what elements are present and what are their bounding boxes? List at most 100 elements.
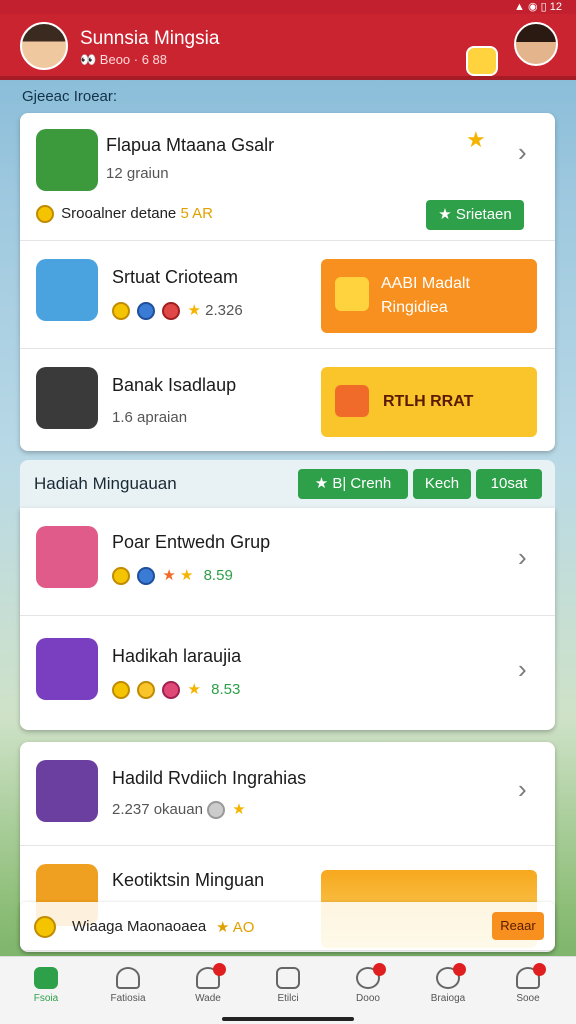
offer-button-line2: Ringidiea [381, 299, 448, 316]
gift-icon [335, 385, 369, 417]
tab-label: Dooo [356, 993, 380, 1004]
chevron-right-icon[interactable]: › [518, 654, 527, 685]
tab-label: Sooe [516, 993, 540, 1004]
reward-row[interactable]: Hadikah laraujia ★ 8.53 › [20, 616, 555, 730]
settings-icon [436, 963, 466, 989]
offer-row[interactable]: Banak Isadlaup 1.6 apraian RTLH RRAT [20, 349, 555, 451]
coin-icon [162, 302, 181, 321]
reward-button[interactable]: RTLH RRAT [321, 367, 537, 437]
offers-card: Flapua Mtaana Gsalr 12 graiun ★ › Srooal… [20, 113, 555, 451]
claim-button-label: Srietaen [455, 206, 512, 223]
status-icons: ▲ ◉ ▯ [514, 1, 547, 13]
reward-value: 8.53 [211, 681, 241, 698]
bottom-tab-bar: Fsoia Fatiosia Wade Etilci Dooo Braioga … [0, 956, 576, 1024]
tab-home[interactable]: Fsoia [10, 957, 82, 1017]
row-title: Keotiktsin Minguan [112, 870, 265, 890]
tab-favorites[interactable]: Fatiosia [92, 957, 164, 1017]
coin-icon [207, 801, 226, 820]
offer-button-line1: AABI Madalt [381, 275, 470, 292]
row-title: Banak Isadlaup [112, 375, 237, 395]
star-icon: ★ [466, 127, 486, 152]
chevron-right-icon[interactable]: › [518, 774, 527, 805]
home-icon [34, 967, 58, 989]
row-title: Srtuat Crioteam [112, 267, 239, 287]
claim-button[interactable]: ★ Srietaen [426, 200, 524, 230]
reward-row[interactable]: Poar Entwedn Grup ★ ★ 8.59 › [20, 508, 555, 616]
section-label: Gjeeac Iroear: [22, 88, 118, 105]
star-icon: ★ [232, 801, 246, 818]
profile-icon [196, 963, 226, 989]
book-icon [276, 967, 300, 989]
coin-icon [34, 916, 56, 938]
tab-sooe[interactable]: Sooe [492, 957, 564, 1017]
promo-line: Srooalner detane 5 AR [36, 205, 213, 224]
row-subtitle: 12 graiun [106, 165, 169, 182]
promo-value: 5 AR [180, 205, 213, 222]
profile-avatar[interactable] [514, 22, 558, 66]
row-title: Hadikah laraujia [112, 646, 242, 666]
notice-button[interactable]: Reaar [492, 912, 544, 940]
reward-row[interactable]: Hadild Rvdiich Ingrahias 2.237 okauan ★ … [20, 742, 555, 846]
game-thumbnail [36, 129, 98, 191]
row-title: Flapua Mtaana Gsalr [106, 135, 275, 155]
app-header: Sunnsia Mingsia 👀 Beoo · 6 88 [0, 14, 576, 80]
filter-chip[interactable]: 10sat [476, 469, 542, 499]
row-meta-value: 2.326 [205, 302, 243, 319]
promo-text: Srooalner detane [61, 205, 177, 222]
header-subtitle: 👀 Beoo · 6 88 [80, 52, 168, 67]
user-avatar[interactable] [20, 22, 68, 70]
row-subtitle: 1.6 apraian [112, 409, 188, 426]
row-title: Poar Entwedn Grup [112, 532, 271, 552]
tab-label: Fsoia [33, 993, 59, 1004]
coin-icon [137, 302, 156, 321]
status-time: 12 [549, 1, 562, 13]
tab-braioga[interactable]: Braioga [412, 957, 484, 1017]
filter-chip[interactable]: ★ B| Crenh [298, 469, 408, 499]
weekly-rewards-header: Hadiah Minguauan ★ B| Crenh Kech 10sat [20, 460, 555, 508]
tab-dooo[interactable]: Dooo [332, 957, 404, 1017]
row-meta: ★ 2.326 [112, 301, 243, 321]
game-thumbnail [36, 259, 98, 321]
filter-chip[interactable]: Kech [413, 469, 471, 499]
offer-row[interactable]: Srtuat Crioteam ★ 2.326 AABI Madalt Ring… [20, 241, 555, 349]
chevron-right-icon[interactable]: › [518, 542, 527, 573]
row-meta: 2.237 okauan ★ [112, 800, 246, 820]
reward-thumbnail [36, 526, 98, 588]
coin-icon [162, 681, 181, 700]
game-thumbnail [36, 367, 98, 429]
gift-icon [335, 277, 369, 311]
notification-badge [213, 963, 226, 976]
special-offer-button[interactable]: AABI Madalt Ringidiea [321, 259, 537, 333]
section-title: Hadiah Minguauan [34, 474, 177, 493]
mascot-icon[interactable] [466, 46, 498, 76]
reward-thumbnail [36, 638, 98, 700]
star-icon: ★ [187, 681, 201, 698]
chevron-right-icon[interactable]: › [518, 137, 527, 168]
star-icon: ★ [162, 567, 176, 584]
coin-icon [36, 205, 54, 224]
reward-button-label: RTLH RRAT [383, 393, 474, 410]
header-title: Sunnsia Mingsia [80, 28, 220, 49]
home-indicator[interactable] [222, 1017, 354, 1021]
tab-edit[interactable]: Etilci [252, 957, 324, 1017]
notice-text: Wiaaga Maonaoaea [72, 918, 207, 935]
coin-icon [137, 681, 156, 700]
row-meta: ★ ★ 8.59 [112, 566, 233, 586]
footer-notice: Wiaaga Maonaoaea ★ AO Reaar [20, 902, 555, 950]
coin-icon [137, 567, 156, 586]
account-icon [516, 963, 546, 989]
status-bar: ▲ ◉ ▯ 12 [0, 0, 576, 14]
offer-row[interactable]: Flapua Mtaana Gsalr 12 graiun ★ › Srooal… [20, 113, 555, 241]
shield-icon [356, 963, 386, 989]
reward-value: 8.59 [203, 567, 233, 584]
row-subtitle: 2.237 okauan [112, 801, 203, 818]
tab-wade[interactable]: Wade [172, 957, 244, 1017]
user-icon [116, 967, 140, 989]
star-icon: ★ [187, 302, 201, 319]
row-meta: ★ 8.53 [112, 680, 241, 700]
tab-label: Wade [195, 993, 221, 1004]
tab-label: Braioga [430, 993, 466, 1004]
weekly-rewards-card: Poar Entwedn Grup ★ ★ 8.59 › Hadikah lar… [20, 508, 555, 730]
notification-badge [533, 963, 546, 976]
reward-thumbnail [36, 760, 98, 822]
